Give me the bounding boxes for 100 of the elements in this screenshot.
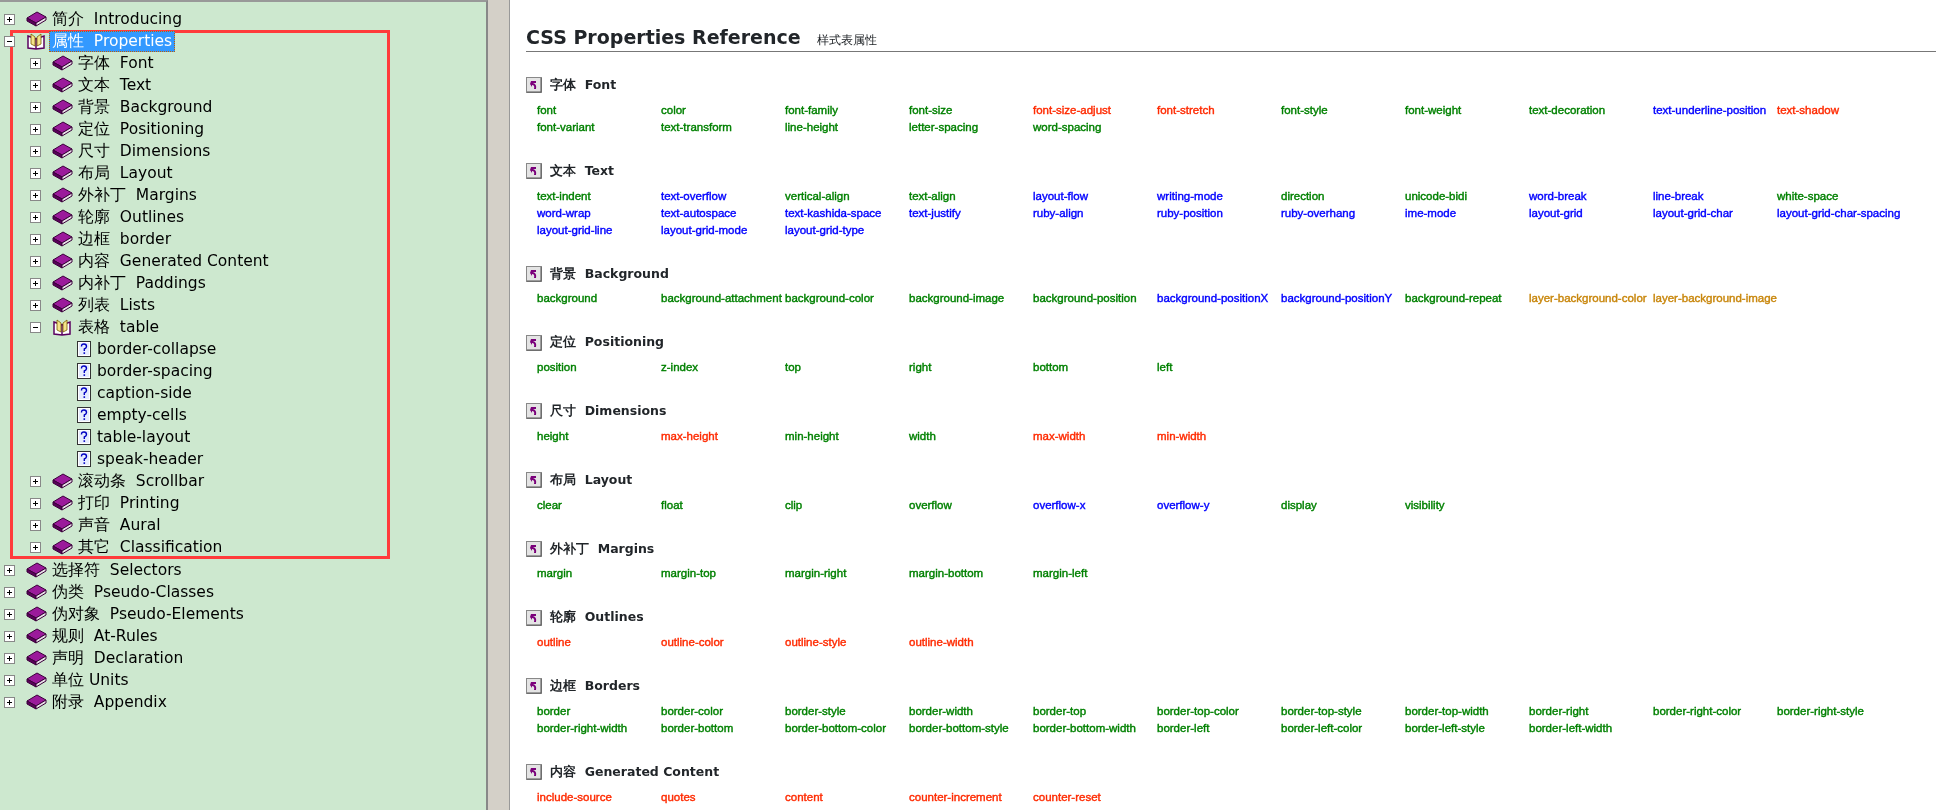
property-link[interactable]: background	[537, 290, 598, 308]
property-link[interactable]: text-shadow	[1777, 101, 1839, 119]
property-link[interactable]: layout-grid-mode	[661, 221, 748, 239]
tree-item[interactable]: 边框 border	[75, 228, 175, 250]
property-link[interactable]: text-kashida-space	[785, 204, 882, 222]
tree-item[interactable]: 列表 Lists	[75, 294, 159, 316]
property-link[interactable]: font-weight	[1405, 101, 1462, 119]
property-link[interactable]: text-transform	[661, 118, 732, 136]
tree-item[interactable]: 附录 Appendix	[49, 691, 170, 713]
property-link[interactable]: border-left-color	[1281, 719, 1363, 737]
tree-item[interactable]: speak-header	[94, 448, 207, 470]
tree-item[interactable]: 滚动条 Scrollbar	[75, 470, 208, 492]
property-link[interactable]: direction	[1281, 187, 1325, 205]
property-link[interactable]: font	[537, 101, 557, 119]
property-link[interactable]: quotes	[661, 788, 696, 806]
property-link[interactable]: text-decoration	[1529, 101, 1606, 119]
tree-item[interactable]: 规则 At-Rules	[49, 625, 161, 647]
collapse-icon[interactable]	[30, 321, 41, 333]
property-link[interactable]: ruby-overhang	[1281, 204, 1356, 222]
property-link[interactable]: height	[537, 427, 569, 445]
property-link[interactable]: font-size	[909, 101, 953, 119]
expand-icon[interactable]	[4, 696, 15, 708]
property-link[interactable]: border-bottom-width	[1033, 719, 1136, 737]
property-link[interactable]: border-left-style	[1405, 719, 1485, 737]
expand-icon[interactable]	[4, 652, 15, 664]
property-link[interactable]: white-space	[1777, 187, 1839, 205]
tree-item[interactable]: 伪对象 Pseudo-Elements	[49, 603, 247, 625]
tree-item[interactable]: 表格 table	[75, 316, 163, 338]
property-link[interactable]: z-index	[661, 359, 699, 376]
tree-item[interactable]: 轮廓 Outlines	[75, 206, 187, 228]
tree-item[interactable]: 打印 Printing	[75, 492, 183, 514]
tree-item[interactable]: 伪类 Pseudo-Classes	[49, 581, 217, 603]
property-link[interactable]: clear	[537, 496, 562, 514]
property-link[interactable]: line-break	[1653, 187, 1704, 205]
property-link[interactable]: background-position	[1033, 290, 1137, 308]
property-link[interactable]: background-positionY	[1281, 290, 1393, 308]
property-link[interactable]: visibility	[1405, 496, 1445, 514]
property-link[interactable]: border-color	[661, 702, 723, 720]
tree-item[interactable]: 简介 Introducing	[49, 8, 185, 30]
property-link[interactable]: border-top-width	[1405, 702, 1489, 720]
tree-item[interactable]: border-collapse	[94, 338, 220, 360]
property-link[interactable]: include-source	[537, 788, 612, 806]
property-link[interactable]: text-underline-position	[1653, 101, 1767, 119]
property-link[interactable]: layout-flow	[1033, 187, 1088, 205]
property-link[interactable]: background-image	[909, 290, 1005, 308]
tree-item[interactable]: 字体 Font	[75, 52, 157, 74]
expand-icon[interactable]	[30, 233, 41, 245]
property-link[interactable]: border-bottom-color	[785, 719, 886, 737]
property-link[interactable]: vertical-align	[785, 187, 850, 205]
tree-item[interactable]: empty-cells	[94, 404, 190, 426]
tree-item[interactable]: 其它 Classification	[75, 536, 226, 558]
tree-item[interactable]: 声明 Declaration	[49, 647, 187, 669]
property-link[interactable]: text-autospace	[661, 204, 737, 222]
property-link[interactable]: clip	[785, 496, 803, 514]
property-link[interactable]: word-break	[1529, 187, 1587, 205]
property-link[interactable]: bottom	[1033, 359, 1069, 376]
property-link[interactable]: layout-grid-char	[1653, 204, 1733, 222]
property-link[interactable]: font-family	[785, 101, 839, 119]
property-link[interactable]: display	[1281, 496, 1317, 514]
property-link[interactable]: unicode-bidi	[1405, 187, 1467, 205]
tree-item[interactable]: 内补丁 Paddings	[75, 272, 209, 294]
property-link[interactable]: layout-grid	[1529, 204, 1583, 222]
property-link[interactable]: border-bottom-style	[909, 719, 1009, 737]
property-link[interactable]: overflow-y	[1157, 496, 1210, 514]
property-link[interactable]: min-height	[785, 427, 839, 445]
property-link[interactable]: border-right-color	[1653, 702, 1742, 720]
expand-icon[interactable]	[30, 167, 41, 179]
property-link[interactable]: min-width	[1157, 427, 1207, 445]
property-link[interactable]: margin-top	[661, 565, 716, 583]
property-link[interactable]: border-style	[785, 702, 846, 720]
property-link[interactable]: ruby-align	[1033, 204, 1084, 222]
property-link[interactable]: position	[537, 359, 577, 376]
property-link[interactable]: font-variant	[537, 118, 595, 136]
property-link[interactable]: border-right	[1529, 702, 1589, 720]
tree-item[interactable]: 文本 Text	[75, 74, 155, 96]
expand-icon[interactable]	[30, 57, 41, 69]
property-link[interactable]: background-color	[785, 290, 874, 308]
property-link[interactable]: width	[909, 427, 936, 445]
property-link[interactable]: line-height	[785, 118, 839, 136]
tree-item[interactable]: caption-side	[94, 382, 195, 404]
property-link[interactable]: writing-mode	[1157, 187, 1223, 205]
property-link[interactable]: outline	[537, 634, 571, 651]
property-link[interactable]: outline-style	[785, 634, 847, 651]
tree-item[interactable]: 声音 Aural	[75, 514, 164, 536]
tree-item[interactable]: table-layout	[94, 426, 194, 448]
expand-icon[interactable]	[30, 299, 41, 311]
tree-item[interactable]: 尺寸 Dimensions	[75, 140, 214, 162]
tree-item[interactable]: 外补丁 Margins	[75, 184, 200, 206]
property-link[interactable]: border-width	[909, 702, 973, 720]
property-link[interactable]: font-size-adjust	[1033, 101, 1111, 119]
property-link[interactable]: right	[909, 359, 932, 376]
property-link[interactable]: float	[661, 496, 683, 514]
property-link[interactable]: border-top-style	[1281, 702, 1362, 720]
property-link[interactable]: letter-spacing	[909, 118, 979, 136]
tree-item[interactable]: 定位 Positioning	[75, 118, 208, 140]
property-link[interactable]: outline-color	[661, 634, 724, 651]
property-link[interactable]: border-left	[1157, 719, 1210, 737]
tree-item[interactable]: 布局 Layout	[75, 162, 176, 184]
expand-icon[interactable]	[30, 541, 41, 553]
property-link[interactable]: layout-grid-type	[785, 221, 865, 239]
